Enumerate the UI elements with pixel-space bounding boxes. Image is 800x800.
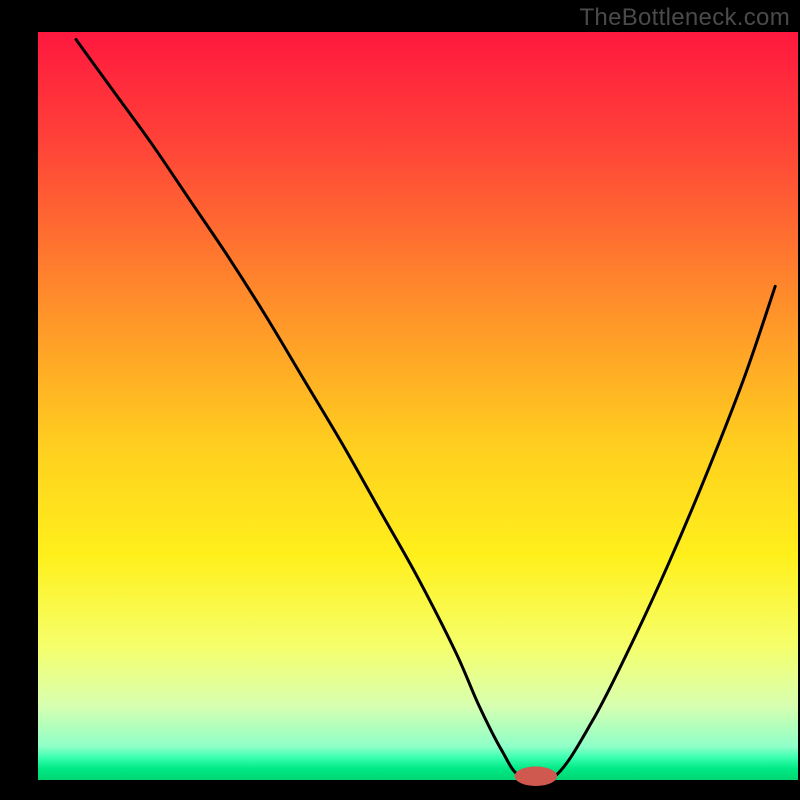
bottleneck-chart <box>0 0 800 800</box>
chart-canvas: TheBottleneck.com <box>0 0 800 800</box>
optimal-marker <box>515 767 558 786</box>
